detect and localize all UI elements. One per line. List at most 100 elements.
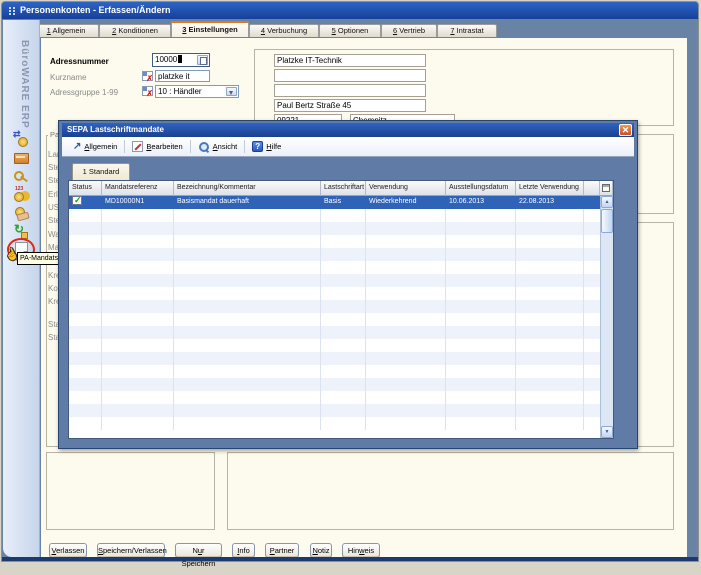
empty-cell <box>321 261 366 274</box>
table-row[interactable] <box>69 235 600 248</box>
table-row[interactable] <box>69 378 600 391</box>
table-row[interactable] <box>69 352 600 365</box>
empty-cell <box>366 365 446 378</box>
empty-cell <box>174 248 321 261</box>
sidebar: BüroWARE ERP <box>3 20 40 557</box>
adressnummer-input[interactable]: 10000 <box>152 53 210 67</box>
table-row[interactable] <box>69 417 600 430</box>
currency-exchange-icon[interactable] <box>13 132 29 148</box>
empty-cell <box>321 300 366 313</box>
table-row[interactable] <box>69 209 600 222</box>
tab-3-einstellungen[interactable]: 3 Einstellungen <box>171 21 249 37</box>
nur-speichern-button[interactable]: Nur Speichern <box>175 543 222 558</box>
table-row[interactable] <box>69 261 600 274</box>
groupbox-bottom-right <box>227 452 674 530</box>
empty-cell <box>102 313 174 326</box>
empty-cell <box>446 287 516 300</box>
column-header-bezeichnung-kommentar[interactable]: Bezeichnung/Kommentar <box>174 181 321 196</box>
key-icon[interactable] <box>13 168 29 184</box>
tab-2-konditionen[interactable]: 2 Konditionen <box>99 24 171 37</box>
empty-cell <box>69 209 102 222</box>
empty-cell <box>102 326 174 339</box>
empty-cell <box>102 274 174 287</box>
speichern-verlassen-button[interactable]: Speichern/Verlassen <box>97 543 165 558</box>
column-header-status[interactable]: Status <box>69 181 102 196</box>
empty-cell <box>321 352 366 365</box>
adressgruppe-value: 10 : Händler <box>158 87 202 96</box>
hinweis-button[interactable]: Hinweis <box>342 543 380 558</box>
column-header-verwendung[interactable]: Verwendung <box>366 181 446 196</box>
empty-cell <box>366 339 446 352</box>
empty-cell <box>69 378 102 391</box>
kurzname-input[interactable]: platzke it <box>155 70 210 82</box>
empty-cell <box>69 404 102 417</box>
groupbox-bottom-left <box>46 452 215 530</box>
partial-label: Erl <box>48 190 58 199</box>
cell-letzte-verwendung: 22.08.2013 <box>516 196 584 209</box>
table-row[interactable] <box>69 326 600 339</box>
tab-7-intrastat[interactable]: 7 Intrastat <box>437 24 497 37</box>
menu-hilfe[interactable]: Hilfe <box>245 137 288 157</box>
adressgruppe-combo[interactable]: 10 : Händler <box>155 85 239 98</box>
table-row[interactable] <box>69 287 600 300</box>
empty-cell <box>69 300 102 313</box>
combo-dropdown-button[interactable] <box>226 87 237 96</box>
table-row[interactable]: MD10000N1Basismandat dauerhaftBasisWiede… <box>69 196 600 209</box>
empty-cell <box>516 313 584 326</box>
column-header-letzte-verwendung[interactable]: Letzte Verwendung <box>516 181 584 196</box>
notiz-button[interactable]: Notiz <box>310 543 332 558</box>
table-row[interactable] <box>69 222 600 235</box>
info-button[interactable]: Info <box>232 543 255 558</box>
clear-field-icon[interactable] <box>142 71 153 81</box>
column-options-button[interactable] <box>600 181 613 196</box>
card-icon[interactable] <box>13 150 29 166</box>
scrollbar-thumb[interactable] <box>601 209 613 233</box>
table-row[interactable] <box>69 339 600 352</box>
empty-cell <box>174 417 321 430</box>
empty-cell <box>366 404 446 417</box>
vertical-scrollbar[interactable]: ▲ ▼ <box>600 196 613 438</box>
empty-cell <box>516 300 584 313</box>
address-street-input[interactable]: Paul Bertz Straße 45 <box>274 99 426 112</box>
scroll-up-icon[interactable]: ▲ <box>601 196 613 208</box>
empty-cell <box>69 287 102 300</box>
table-row[interactable] <box>69 365 600 378</box>
empty-cell <box>516 261 584 274</box>
table-row[interactable] <box>69 404 600 417</box>
menu-ansicht[interactable]: Ansicht <box>191 137 245 157</box>
clear-field-icon[interactable] <box>142 86 153 96</box>
column-header-lastschriftart[interactable]: Lastschriftart <box>321 181 366 196</box>
column-header-ausstellungsdatum[interactable]: Ausstellungsdatum <box>446 181 516 196</box>
table-row[interactable] <box>69 274 600 287</box>
address-name-input[interactable]: Platzke IT-Technik <box>274 54 426 67</box>
scroll-down-icon[interactable]: ▼ <box>601 426 613 438</box>
table-row[interactable] <box>69 391 600 404</box>
menu-bearbeiten[interactable]: Bearbeiten <box>125 137 189 157</box>
address-line2-input[interactable] <box>274 69 426 82</box>
table-row[interactable] <box>69 248 600 261</box>
adressnummer-lookup-button[interactable] <box>197 55 208 65</box>
menu-allgemein[interactable]: Allgemein <box>66 137 124 157</box>
tab-5-optionen[interactable]: 5 Optionen <box>319 24 381 37</box>
dialog-tab-standard[interactable]: 1 Standard <box>72 163 130 180</box>
address-line3-input[interactable] <box>274 84 426 97</box>
verlassen-button[interactable]: Verlassen <box>49 543 87 558</box>
empty-cell <box>321 222 366 235</box>
hand-coins-icon[interactable] <box>13 205 29 221</box>
table-row[interactable] <box>69 313 600 326</box>
coins-123-icon[interactable] <box>13 187 29 203</box>
column-header-mandatsreferenz[interactable]: Mandatsreferenz <box>102 181 174 196</box>
close-icon[interactable]: ✕ <box>619 124 632 136</box>
table-row[interactable] <box>69 300 600 313</box>
tab-6-vertrieb[interactable]: 6 Vertrieb <box>381 24 437 37</box>
mandate-active-icon <box>72 196 82 205</box>
empty-cell <box>446 235 516 248</box>
empty-cell <box>446 365 516 378</box>
empty-cell <box>446 352 516 365</box>
tab-4-verbuchung[interactable]: 4 Verbuchung <box>249 24 319 37</box>
empty-cell <box>446 391 516 404</box>
menu-label: Hilfe <box>266 142 281 151</box>
tab-1-allgemein[interactable]: 1 Allgemein <box>33 24 99 37</box>
empty-cell <box>69 313 102 326</box>
partner-button[interactable]: Partner <box>265 543 299 558</box>
